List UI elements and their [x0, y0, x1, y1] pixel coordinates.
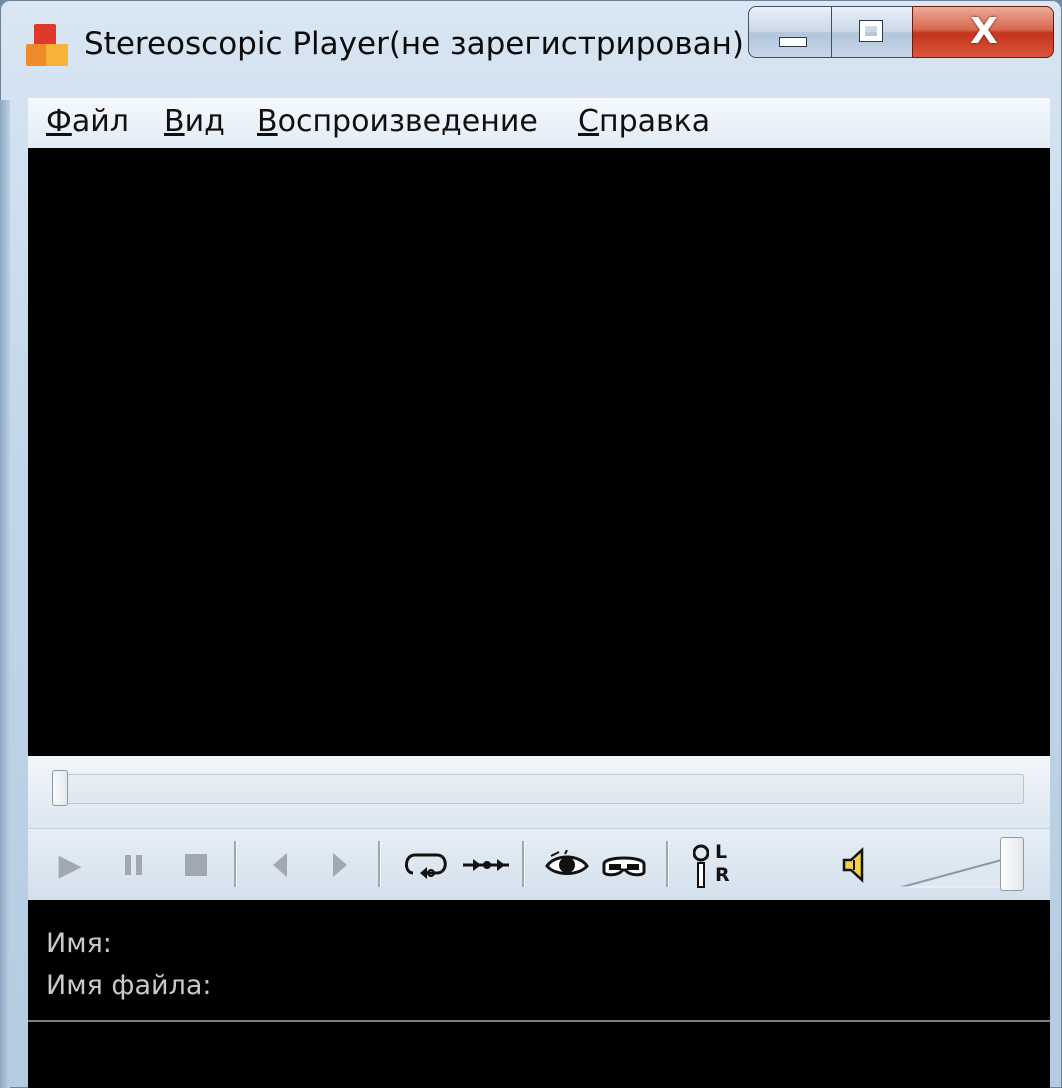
minimize-icon	[779, 37, 807, 47]
close-icon: X	[970, 11, 998, 52]
next-frame-icon	[333, 853, 347, 877]
close-button[interactable]: X	[912, 6, 1054, 58]
mute-button[interactable]	[836, 829, 876, 901]
minimize-button[interactable]	[748, 6, 832, 58]
eye-icon	[545, 850, 589, 875]
play-icon: ▶	[58, 847, 82, 883]
info-panel: Имя: Имя файла:	[28, 900, 1050, 1088]
seek-bar-area	[28, 756, 1050, 828]
sync-icon	[463, 859, 509, 871]
menu-file[interactable]: Файл	[46, 104, 129, 139]
video-area[interactable]	[28, 148, 1050, 756]
loop-button[interactable]	[398, 829, 454, 901]
loop-icon	[405, 853, 447, 879]
view-mode-button[interactable]	[542, 829, 592, 901]
menu-bar: Файл Вид Воспроизведение Справка	[28, 98, 1050, 149]
left-right-swap-icon: L R	[693, 841, 733, 889]
menu-help[interactable]: Справка	[578, 104, 710, 139]
right-letter: R	[715, 864, 730, 886]
glasses-icon	[602, 856, 646, 877]
maximize-icon	[860, 21, 882, 41]
seek-thumb[interactable]	[52, 770, 68, 806]
volume-slider-thumb[interactable]	[1000, 837, 1024, 891]
window-frame-left	[0, 100, 10, 1088]
filename-label: Имя файла:	[46, 970, 212, 1001]
title-bar[interactable]: Stereoscopic Player(не зарегистрирован) …	[0, 0, 1062, 88]
toolbar-separator	[522, 841, 525, 887]
toolbar-separator	[378, 841, 381, 887]
previous-frame-button[interactable]	[262, 829, 298, 901]
name-label: Имя:	[46, 928, 112, 959]
stop-icon	[185, 854, 207, 876]
next-frame-button[interactable]	[322, 829, 358, 901]
seek-track[interactable]	[56, 774, 1024, 804]
menu-view[interactable]: Вид	[164, 104, 225, 139]
pause-button[interactable]	[114, 829, 154, 901]
app-logo-icon[interactable]	[24, 22, 72, 70]
caption-buttons: X	[748, 6, 1054, 60]
menu-playback[interactable]: Воспроизведение	[257, 104, 538, 139]
play-button[interactable]: ▶	[50, 829, 90, 901]
sync-button[interactable]	[458, 829, 514, 901]
toolbar-separator	[666, 841, 669, 887]
toolbar-separator	[234, 841, 237, 887]
pause-icon	[125, 855, 142, 875]
speaker-icon	[842, 847, 864, 883]
window-title: Stereoscopic Player(не зарегистрирован)	[84, 26, 744, 62]
stereo-glasses-button[interactable]	[598, 829, 650, 901]
playback-toolbar: ▶ L R	[28, 828, 1050, 901]
left-letter: L	[715, 841, 728, 863]
stop-button[interactable]	[176, 829, 216, 901]
swap-left-right-button[interactable]: L R	[690, 829, 736, 901]
maximize-button[interactable]	[831, 6, 913, 58]
prev-frame-icon	[273, 853, 287, 877]
info-divider	[28, 1020, 1050, 1022]
app-window: Stereoscopic Player(не зарегистрирован) …	[0, 0, 1062, 1088]
